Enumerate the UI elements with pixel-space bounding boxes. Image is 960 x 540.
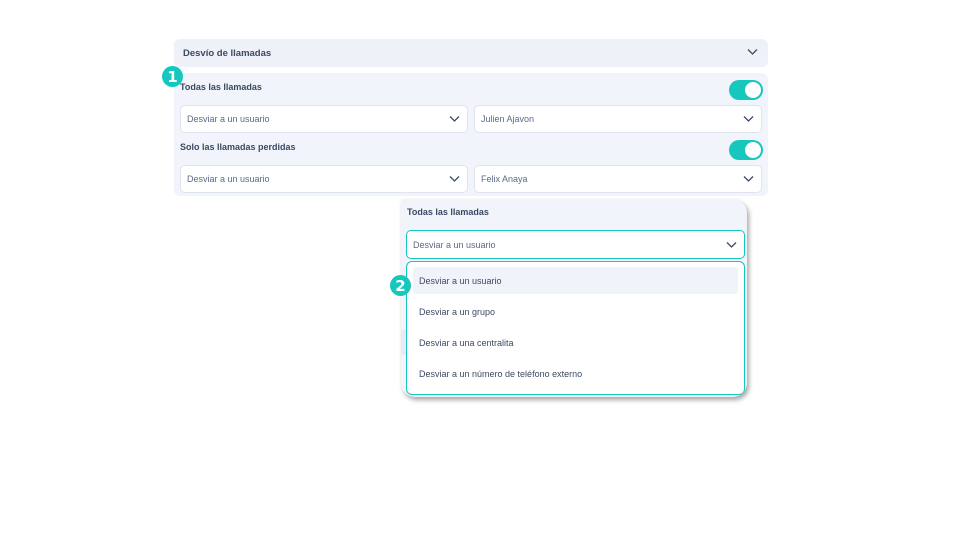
toggle-knob	[745, 82, 761, 98]
call-forwarding-panel: Desvío de llamadas Todas las llamadas De…	[174, 39, 768, 196]
option-label: Desviar a un grupo	[419, 306, 496, 317]
chevron-down-icon	[743, 175, 754, 183]
chevron-down-icon	[726, 241, 737, 249]
select-value: Felix Anaya	[481, 174, 528, 184]
option-forward-pbx[interactable]: Desviar a una centralita	[413, 329, 738, 356]
step-badge-2: 2	[390, 275, 411, 296]
chevron-down-icon	[449, 115, 460, 123]
all-calls-target-select[interactable]: Julien Ajavon	[474, 105, 762, 133]
zoom-title: Todas las llamadas	[407, 207, 489, 217]
missed-calls-toggle[interactable]	[729, 140, 763, 160]
option-forward-group[interactable]: Desviar a un grupo	[413, 298, 738, 325]
toggle-knob	[745, 142, 761, 158]
panel-title: Desvío de llamadas	[183, 47, 272, 59]
step-number: 1	[167, 67, 178, 86]
forward-action-select[interactable]: Desviar a un usuario	[406, 230, 745, 259]
chevron-down-icon	[449, 175, 460, 183]
missed-calls-target-select[interactable]: Felix Anaya	[474, 165, 762, 193]
step-number: 2	[395, 276, 406, 295]
option-label: Desviar a una centralita	[419, 337, 514, 348]
select-value: Julien Ajavon	[481, 114, 535, 124]
option-forward-external-number[interactable]: Desviar a un número de teléfono externo	[413, 360, 738, 387]
select-value: Desviar a un usuario	[187, 174, 270, 184]
option-label: Desviar a un número de teléfono externo	[419, 368, 583, 379]
missed-calls-action-select[interactable]: Desviar a un usuario	[180, 165, 468, 193]
all-calls-toggle[interactable]	[729, 80, 763, 100]
select-value: Desviar a un usuario	[413, 239, 496, 250]
forwarding-rules: Todas las llamadas Desviar a un usuario …	[174, 73, 768, 196]
step-badge-1: 1	[162, 66, 183, 87]
all-calls-action-select[interactable]: Desviar a un usuario	[180, 105, 468, 133]
option-forward-user[interactable]: Desviar a un usuario	[413, 267, 738, 294]
chevron-down-icon	[747, 48, 758, 56]
dropdown-zoom-callout: Todas las llamadas Desviar a un usuario …	[401, 199, 747, 397]
all-calls-label: Todas las llamadas	[180, 82, 262, 92]
option-label: Desviar a un usuario	[419, 275, 502, 286]
select-value: Desviar a un usuario	[187, 114, 270, 124]
forward-action-options: Desviar a un usuario Desviar a un grupo …	[406, 261, 745, 395]
call-forwarding-header[interactable]: Desvío de llamadas	[174, 39, 768, 67]
missed-calls-label: Solo las llamadas perdidas	[180, 142, 296, 152]
chevron-down-icon	[743, 115, 754, 123]
